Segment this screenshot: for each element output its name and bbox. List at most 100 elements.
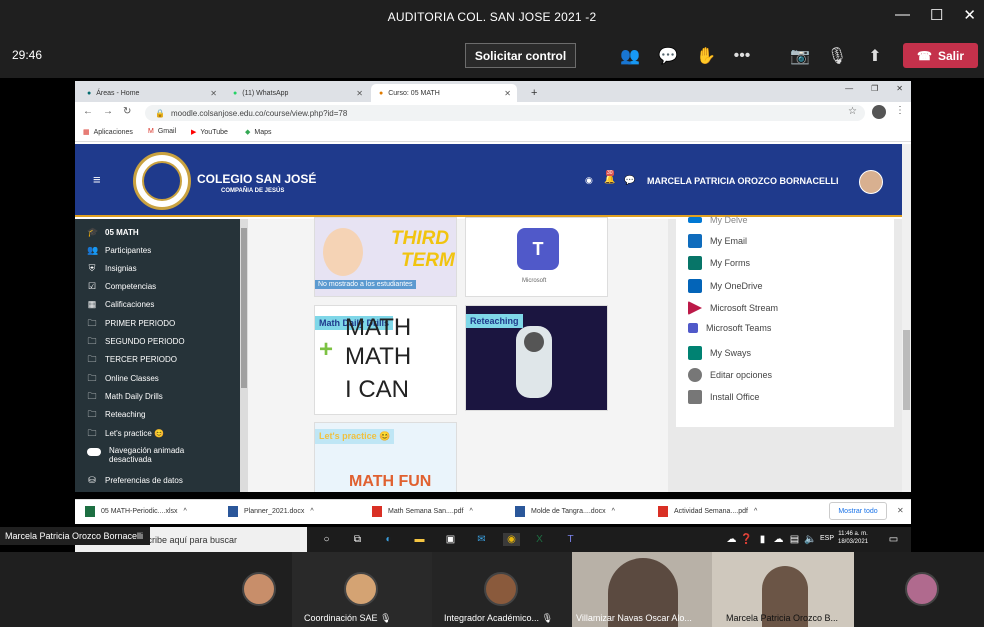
- participant-tile[interactable]: Integrador Académico... 🎙: [432, 552, 572, 627]
- cortana-icon[interactable]: ○: [320, 533, 333, 546]
- messages-icon[interactable]: 💬: [624, 175, 635, 186]
- bookmark-apps[interactable]: ▦ Aplicaciones: [83, 128, 133, 137]
- participant-tile[interactable]: Coordinación SAE 🎙: [292, 552, 432, 627]
- action-center-icon[interactable]: ▭: [887, 533, 900, 546]
- chrome-taskbar-icon[interactable]: ◉: [503, 533, 520, 546]
- close-tab-icon[interactable]: ✕: [210, 89, 217, 98]
- weather-icon[interactable]: ☁: [725, 533, 738, 546]
- edge-icon[interactable]: ◐: [382, 533, 395, 546]
- page-scroll-thumb[interactable]: [903, 330, 910, 410]
- show-all-downloads-button[interactable]: Mostrar todo: [829, 502, 887, 520]
- reactions-icon[interactable]: ✋: [695, 45, 717, 67]
- battery-icon[interactable]: ▮: [756, 533, 769, 546]
- task-view-icon[interactable]: ⧉: [351, 533, 364, 546]
- sidebar-item-math-daily-drills[interactable]: 🗀 Math Daily Drills: [87, 391, 162, 401]
- store-icon[interactable]: ▣: [444, 533, 457, 546]
- office-link-my-sways[interactable]: My Sways: [688, 346, 751, 360]
- user-avatar[interactable]: [859, 170, 883, 194]
- chevron-up-icon[interactable]: ^: [754, 508, 757, 515]
- card-lets-practice[interactable]: Let's practice 😊 MATH FUN: [314, 422, 457, 492]
- office-link-my-delve[interactable]: My Delve: [688, 215, 748, 225]
- back-icon[interactable]: ←: [83, 106, 93, 117]
- card-third-term[interactable]: THIRD TERM No mostrado a los estudiantes: [314, 217, 457, 297]
- office-link-my-onedrive[interactable]: My OneDrive: [688, 279, 763, 293]
- sidebar-item-lets-practice[interactable]: 🗀 Let's practice 😊: [87, 428, 164, 438]
- sidebar-item-nav-animation[interactable]: Navegación animada desactivada: [87, 446, 184, 464]
- volume-icon[interactable]: 🔈: [804, 533, 817, 546]
- download-item[interactable]: 05 MATH-Periodic....xlsx ^: [85, 506, 187, 517]
- card-teams[interactable]: T Microsoft: [465, 217, 608, 297]
- office-link-install-office[interactable]: Install Office: [688, 390, 759, 404]
- close-downloads-icon[interactable]: ✕: [897, 506, 904, 515]
- sidebar-scroll-thumb[interactable]: [241, 228, 247, 388]
- file-explorer-icon[interactable]: ▬: [413, 533, 426, 546]
- participant-video-tile[interactable]: Marcela Patricia Orozco B...: [712, 552, 854, 627]
- mail-icon[interactable]: ✉: [475, 533, 488, 546]
- sidebar-item-calificaciones[interactable]: ▦ Calificaciones: [87, 299, 155, 309]
- maximize-icon[interactable]: ☐: [930, 6, 943, 24]
- tab-areas-home[interactable]: ● Áreas - Home ✕: [79, 84, 223, 102]
- sidebar-item-segundo-periodo[interactable]: 🗀 SEGUNDO PERIODO: [87, 336, 184, 346]
- office-link-microsoft-teams[interactable]: Microsoft Teams: [688, 323, 771, 333]
- share-screen-icon[interactable]: ⬆: [864, 45, 886, 67]
- request-control-button[interactable]: Solicitar control: [465, 43, 576, 68]
- chevron-up-icon[interactable]: ^: [470, 508, 473, 515]
- toggle-switch[interactable]: [87, 448, 101, 456]
- card-math-daily-drills[interactable]: Math Daily Drills + MATH MATH I CAN: [314, 305, 457, 415]
- sidebar-item-reteaching[interactable]: 🗀 Reteaching: [87, 409, 145, 419]
- bookmark-maps[interactable]: ◆ Maps: [245, 128, 272, 137]
- onedrive-tray-icon[interactable]: ☁: [772, 533, 785, 546]
- address-bar[interactable]: 🔒 moodle.colsanjose.edu.co/course/view.p…: [145, 105, 865, 121]
- sidebar-item-course[interactable]: 🎓 05 MATH: [87, 227, 139, 237]
- sidebar-item-competencias[interactable]: ☑ Competencias: [87, 281, 156, 291]
- teams-taskbar-icon[interactable]: T: [564, 533, 577, 546]
- taskbar-clock[interactable]: 11:46 a. m. 18/03/2021: [838, 530, 868, 546]
- bookmark-star-icon[interactable]: ☆: [848, 106, 857, 117]
- network-icon[interactable]: ▤: [788, 533, 801, 546]
- page-scrollbar[interactable]: [902, 144, 911, 492]
- office-link-editar-opciones[interactable]: Editar opciones: [688, 368, 772, 382]
- user-name[interactable]: MARCELA PATRICIA OROZCO BORNACELLI: [647, 176, 839, 186]
- restore-icon[interactable]: ❐: [871, 84, 878, 93]
- chevron-up-icon[interactable]: ^: [184, 508, 187, 515]
- profile-icon[interactable]: [872, 105, 886, 119]
- sidebar-item-primer-periodo[interactable]: 🗀 PRIMER PERIODO: [87, 318, 175, 328]
- participants-icon[interactable]: 👥: [619, 45, 641, 67]
- chrome-menu-icon[interactable]: ⋮: [895, 105, 905, 116]
- sidebar-item-online-classes[interactable]: 🗀 Online Classes: [87, 373, 158, 383]
- sidebar-item-preferencias[interactable]: ⛁ Preferencias de datos: [87, 475, 183, 485]
- camera-off-icon[interactable]: 📷: [789, 45, 811, 67]
- mic-off-icon[interactable]: 🎙: [826, 45, 848, 67]
- office-link-my-email[interactable]: My Email: [688, 234, 747, 248]
- participant-video-tile[interactable]: Villamizar Navas Oscar Alo...: [572, 552, 712, 627]
- close-tab-icon[interactable]: ✕: [504, 89, 511, 98]
- forward-icon[interactable]: →: [103, 106, 113, 117]
- sidebar-item-tercer-periodo[interactable]: 🗀 TERCER PERIODO: [87, 354, 177, 364]
- chevron-up-icon[interactable]: ^: [310, 508, 313, 515]
- participant-tile[interactable]: [895, 552, 955, 627]
- bookmark-youtube[interactable]: ▶ YouTube: [191, 128, 228, 137]
- close-icon[interactable]: ✕: [963, 6, 976, 24]
- leave-button[interactable]: ☎ Salir: [903, 43, 978, 68]
- office-link-microsoft-stream[interactable]: Microsoft Stream: [688, 301, 778, 315]
- card-reteaching[interactable]: Reteaching: [465, 305, 608, 411]
- download-item[interactable]: Math Semana San....pdf ^: [372, 506, 473, 517]
- download-item[interactable]: Actividad Semana....pdf ^: [658, 506, 757, 517]
- download-item[interactable]: Planner_2021.docx ^: [228, 506, 314, 517]
- download-item[interactable]: Molde de Tangra....docx ^: [515, 506, 615, 517]
- more-options-icon[interactable]: •••: [731, 45, 753, 67]
- sidebar-item-insignias[interactable]: ⛨ Insignias: [87, 263, 137, 273]
- office-link-my-forms[interactable]: My Forms: [688, 256, 750, 270]
- language-indicator[interactable]: ESP: [820, 535, 834, 542]
- globe-icon[interactable]: ◉: [585, 175, 593, 186]
- minimize-icon[interactable]: —: [845, 84, 853, 93]
- close-icon[interactable]: ✕: [896, 84, 903, 93]
- tab-whatsapp[interactable]: ● (11) WhatsApp ✕: [225, 84, 369, 102]
- participant-tile[interactable]: [230, 552, 290, 627]
- close-tab-icon[interactable]: ✕: [356, 89, 363, 98]
- new-tab-button[interactable]: +: [523, 84, 545, 102]
- people-icon[interactable]: ❓: [740, 533, 753, 546]
- sidebar-item-participantes[interactable]: 👥 Participantes: [87, 245, 151, 255]
- excel-taskbar-icon[interactable]: X: [533, 533, 546, 546]
- tab-curso-math[interactable]: ● Curso: 05 MATH ✕: [371, 84, 517, 102]
